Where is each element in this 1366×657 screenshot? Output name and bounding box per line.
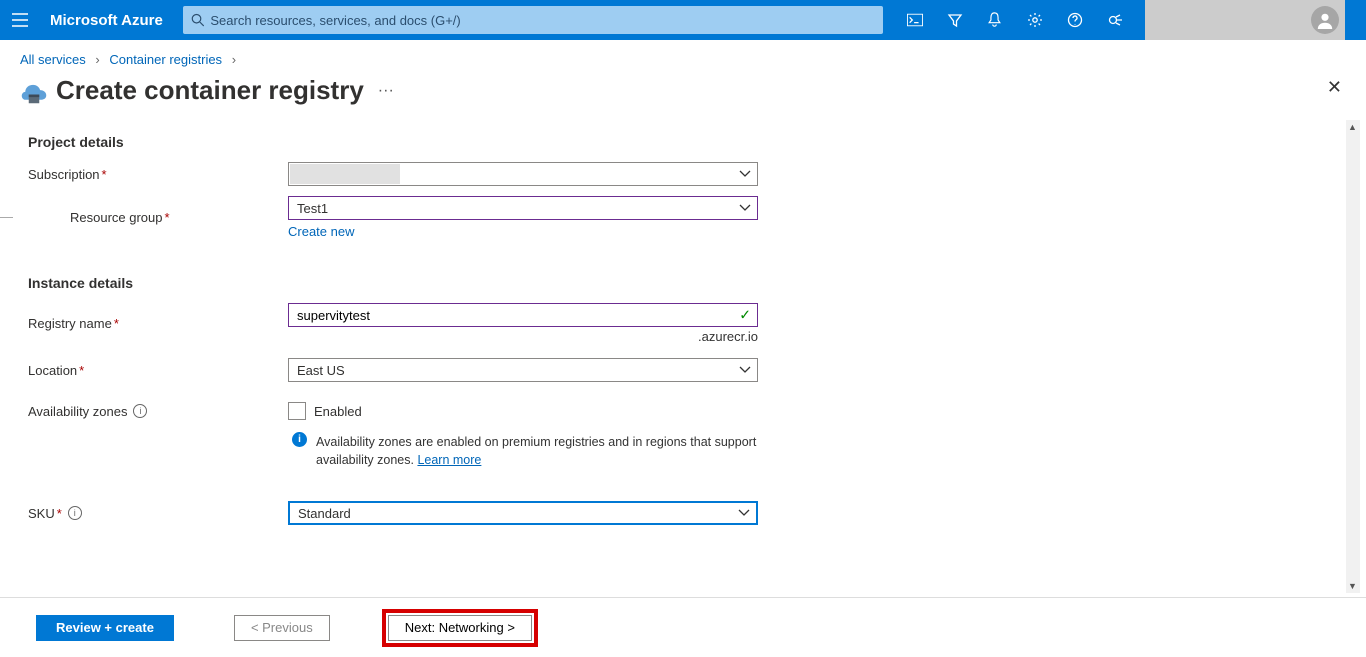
- feedback-icon: [1107, 12, 1123, 28]
- required-mark: *: [165, 210, 170, 225]
- field-subscription: Subscription*: [28, 162, 1346, 186]
- label-subscription: Subscription: [28, 167, 100, 182]
- filter-icon: [947, 12, 963, 28]
- chevron-down-icon: [739, 204, 751, 212]
- scroll-up-icon: ▲: [1348, 122, 1357, 132]
- required-mark: *: [114, 316, 119, 331]
- help-button[interactable]: [1055, 0, 1095, 40]
- resource-group-value: Test1: [297, 201, 328, 216]
- location-value: East US: [297, 363, 345, 378]
- info-tooltip-az[interactable]: i: [133, 404, 147, 418]
- menu-toggle[interactable]: [0, 13, 40, 27]
- bell-icon: [987, 12, 1002, 28]
- page-title: Create container registry: [56, 75, 364, 106]
- section-project-details: Project details: [28, 134, 1346, 150]
- info-icon: i: [292, 432, 307, 447]
- global-search[interactable]: [183, 6, 883, 34]
- field-sku: SKU* i Standard: [28, 501, 1346, 525]
- registry-name-input[interactable]: [297, 304, 735, 326]
- form-area: Project details Subscription* Resource g…: [0, 120, 1366, 597]
- sku-select[interactable]: Standard: [288, 501, 758, 525]
- chevron-icon: ›: [232, 52, 236, 67]
- valid-check-icon: ✓: [739, 307, 751, 324]
- subscription-value-redacted: [290, 164, 400, 184]
- availability-zones-info: i Availability zones are enabled on prem…: [288, 430, 758, 469]
- account-label-area: [1145, 0, 1305, 40]
- feedback-button[interactable]: [1095, 0, 1135, 40]
- help-icon: [1067, 12, 1083, 28]
- container-registry-icon: [20, 77, 48, 105]
- close-button[interactable]: ✕: [1327, 77, 1342, 98]
- label-registry-name: Registry name: [28, 316, 112, 331]
- label-availability-zones: Availability zones: [28, 404, 127, 419]
- label-enabled: Enabled: [314, 404, 362, 419]
- gear-icon: [1027, 12, 1043, 28]
- top-icons: [895, 0, 1135, 40]
- label-location: Location: [28, 363, 77, 378]
- create-new-link[interactable]: Create new: [288, 224, 354, 239]
- field-availability-zones: Availability zones i Enabled: [28, 402, 1346, 420]
- chevron-icon: ›: [95, 52, 99, 67]
- cloud-shell-button[interactable]: [895, 0, 935, 40]
- subscription-select[interactable]: [288, 162, 758, 186]
- hamburger-icon: [12, 13, 28, 27]
- avatar-icon: [1311, 6, 1339, 34]
- registry-suffix: .azurecr.io: [288, 329, 758, 344]
- directories-button[interactable]: [935, 0, 975, 40]
- required-mark: *: [102, 167, 107, 182]
- next-networking-button[interactable]: Next: Networking >: [388, 615, 532, 641]
- chevron-down-icon: [738, 509, 750, 517]
- breadcrumb-all-services[interactable]: All services: [20, 52, 86, 67]
- chevron-down-icon: [739, 170, 751, 178]
- search-input[interactable]: [210, 13, 874, 28]
- resource-group-select[interactable]: Test1: [288, 196, 758, 220]
- info-tooltip-sku[interactable]: i: [68, 506, 82, 520]
- field-location: Location* East US: [28, 358, 1346, 382]
- label-resource-group: Resource group: [70, 210, 163, 225]
- action-bar: Review + create < Previous Next: Network…: [0, 597, 1366, 657]
- notifications-button[interactable]: [975, 0, 1015, 40]
- sku-value: Standard: [298, 506, 351, 521]
- field-resource-group: Resource group* Test1 Create new: [28, 196, 1346, 239]
- availability-zones-checkbox[interactable]: [288, 402, 306, 420]
- scrollbar-track[interactable]: ▲ ▼: [1346, 120, 1360, 593]
- search-icon: [191, 13, 205, 27]
- top-bar: Microsoft Azure: [0, 0, 1366, 40]
- scroll-down-icon: ▼: [1348, 581, 1357, 591]
- settings-button[interactable]: [1015, 0, 1055, 40]
- breadcrumb: All services › Container registries ›: [0, 40, 1366, 73]
- account-avatar[interactable]: [1305, 0, 1345, 40]
- brand-label[interactable]: Microsoft Azure: [40, 12, 183, 29]
- section-instance-details: Instance details: [28, 275, 1346, 291]
- highlighted-next-button: Next: Networking >: [382, 609, 538, 647]
- location-select[interactable]: East US: [288, 358, 758, 382]
- search-wrap: [183, 6, 883, 34]
- cloud-shell-icon: [907, 13, 923, 27]
- required-mark: *: [57, 506, 62, 521]
- breadcrumb-container-registries[interactable]: Container registries: [109, 52, 222, 67]
- previous-button[interactable]: < Previous: [234, 615, 330, 641]
- page-header: Create container registry ··· ✕: [0, 73, 1366, 116]
- chevron-down-icon: [739, 366, 751, 374]
- field-registry-name: Registry name* ✓ .azurecr.io: [28, 303, 1346, 344]
- label-sku: SKU: [28, 506, 55, 521]
- info-text: Availability zones are enabled on premiu…: [316, 435, 756, 467]
- review-create-button[interactable]: Review + create: [36, 615, 174, 641]
- learn-more-link[interactable]: Learn more: [417, 453, 481, 467]
- more-actions-button[interactable]: ···: [378, 82, 394, 100]
- required-mark: *: [79, 363, 84, 378]
